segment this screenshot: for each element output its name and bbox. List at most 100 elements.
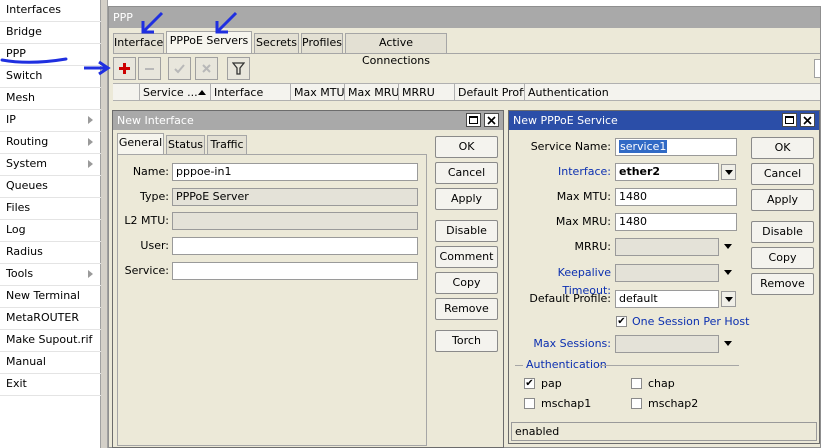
max-mru-input[interactable]: 1480 — [615, 213, 737, 231]
sidebar-item-interfaces[interactable]: Interfaces — [0, 0, 101, 22]
service-name-input[interactable]: service1 — [615, 138, 737, 156]
pppoe-servers-table-header: Service ... Interface Max MTU Max MRU MR… — [113, 83, 820, 101]
mschap1-label: mschap1 — [541, 397, 592, 410]
name-input[interactable]: pppoe-in1 — [172, 163, 418, 181]
disable-button[interactable]: Disable — [751, 221, 814, 243]
cancel-button[interactable]: Cancel — [751, 163, 814, 185]
sidebar-item-label: Files — [6, 201, 31, 214]
sidebar-item-mesh[interactable]: Mesh — [0, 88, 101, 110]
chap-checkbox[interactable] — [631, 378, 642, 389]
new-pppoe-service-window: New PPPoE Service Service Name: service1… — [508, 110, 820, 444]
column-authentication[interactable]: Authentication — [525, 84, 625, 101]
sidebar-item-routing[interactable]: Routing — [0, 132, 101, 154]
sidebar-item-ip[interactable]: IP — [0, 110, 101, 132]
keepalive-dropdown-icon[interactable] — [724, 270, 732, 275]
ok-button[interactable]: OK — [751, 137, 814, 159]
add-button[interactable] — [113, 57, 136, 80]
sidebar-item-label: Mesh — [6, 91, 35, 104]
filter-icon — [232, 62, 245, 75]
group-divider — [515, 365, 523, 366]
interface-dropdown-button[interactable] — [721, 164, 736, 180]
column-interface[interactable]: Interface — [211, 84, 291, 101]
close-button[interactable] — [484, 113, 499, 127]
maximize-button[interactable] — [782, 113, 797, 127]
pap-checkbox[interactable]: ✔ — [524, 378, 535, 389]
max-mtu-input[interactable]: 1480 — [615, 188, 737, 206]
close-button[interactable] — [800, 113, 815, 127]
column-max-mru[interactable]: Max MRU — [345, 84, 399, 101]
one-session-per-host-checkbox[interactable]: ✔ — [616, 316, 627, 327]
default-profile-dropdown-button[interactable] — [721, 291, 736, 307]
column-max-mtu[interactable]: Max MTU — [291, 84, 345, 101]
find-input[interactable] — [814, 59, 820, 78]
sidebar-item-label: Radius — [6, 245, 43, 258]
sidebar-item-system[interactable]: System — [0, 154, 101, 176]
tab-traffic[interactable]: Traffic — [207, 135, 247, 154]
comment-button[interactable]: Comment — [435, 246, 498, 268]
sidebar-item-log[interactable]: Log — [0, 220, 101, 242]
user-input[interactable] — [172, 237, 418, 255]
disable-button[interactable] — [195, 57, 218, 80]
maximize-button[interactable] — [466, 113, 481, 127]
new-interface-title: New Interface — [113, 111, 503, 130]
apply-button[interactable]: Apply — [751, 189, 814, 211]
sidebar-item-label: Routing — [6, 135, 49, 148]
copy-button[interactable]: Copy — [435, 272, 498, 294]
sidebar-item-make-supout[interactable]: Make Supout.rif — [0, 330, 101, 352]
sidebar-item-tools[interactable]: Tools — [0, 264, 101, 286]
apply-button[interactable]: Apply — [435, 188, 498, 210]
l2mtu-field — [172, 212, 418, 230]
max-sessions-input[interactable] — [615, 335, 719, 353]
tab-interface[interactable]: Interface — [113, 33, 164, 53]
sidebar-item-label: MetaROUTER — [6, 311, 79, 324]
sidebar-item-queues[interactable]: Queues — [0, 176, 101, 198]
maximize-icon — [469, 116, 478, 124]
tab-general[interactable]: General — [117, 133, 164, 154]
chap-label: chap — [648, 377, 675, 390]
column-selector — [113, 84, 140, 101]
copy-button[interactable]: Copy — [751, 247, 814, 269]
sidebar-item-new-terminal[interactable]: New Terminal — [0, 286, 101, 308]
default-profile-select[interactable]: default — [615, 290, 719, 308]
authentication-group-label: Authentication — [526, 358, 607, 371]
sidebar-item-label: IP — [6, 113, 16, 126]
torch-button[interactable]: Torch — [435, 330, 498, 352]
sidebar-item-exit[interactable]: Exit — [0, 374, 101, 396]
disable-button[interactable]: Disable — [435, 220, 498, 242]
tab-secrets[interactable]: Secrets — [254, 33, 299, 53]
column-service[interactable]: Service ... — [140, 84, 211, 101]
tab-active-connections[interactable]: Active Connections — [345, 33, 447, 67]
name-label: Name: — [132, 165, 169, 178]
close-icon — [803, 115, 812, 125]
remove-button[interactable]: Remove — [435, 298, 498, 320]
keepalive-timeout-input[interactable] — [615, 264, 719, 282]
column-mrru[interactable]: MRRU — [399, 84, 455, 101]
tab-status[interactable]: Status — [166, 135, 205, 154]
mschap1-checkbox[interactable] — [524, 398, 535, 409]
remove-button[interactable]: Remove — [751, 273, 814, 295]
enable-button[interactable] — [168, 57, 191, 80]
ok-button[interactable]: OK — [435, 136, 498, 158]
annotation-arrow-icon — [0, 57, 68, 64]
sort-icon — [198, 90, 206, 95]
max-sessions-dropdown-icon[interactable] — [724, 341, 732, 346]
column-default-profile[interactable]: Default Profile — [455, 84, 525, 101]
filter-button[interactable] — [227, 57, 250, 80]
sidebar-item-radius[interactable]: Radius — [0, 242, 101, 264]
check-icon — [174, 64, 185, 74]
cancel-button[interactable]: Cancel — [435, 162, 498, 184]
sidebar-item-label: Manual — [6, 355, 46, 368]
mrru-input[interactable] — [615, 238, 719, 256]
sidebar-item-bridge[interactable]: Bridge — [0, 22, 101, 44]
sidebar-item-metarouter[interactable]: MetaROUTER — [0, 308, 101, 330]
remove-button[interactable] — [138, 57, 161, 80]
plus-icon — [119, 63, 130, 74]
annotation-arrow-icon — [215, 11, 238, 34]
service-input[interactable] — [172, 262, 418, 280]
mschap2-checkbox[interactable] — [631, 398, 642, 409]
interface-select[interactable]: ether2 — [615, 163, 719, 181]
sidebar-item-manual[interactable]: Manual — [0, 352, 101, 374]
sidebar-item-files[interactable]: Files — [0, 198, 101, 220]
tab-profiles[interactable]: Profiles — [301, 33, 343, 53]
mrru-dropdown-icon[interactable] — [724, 244, 732, 249]
